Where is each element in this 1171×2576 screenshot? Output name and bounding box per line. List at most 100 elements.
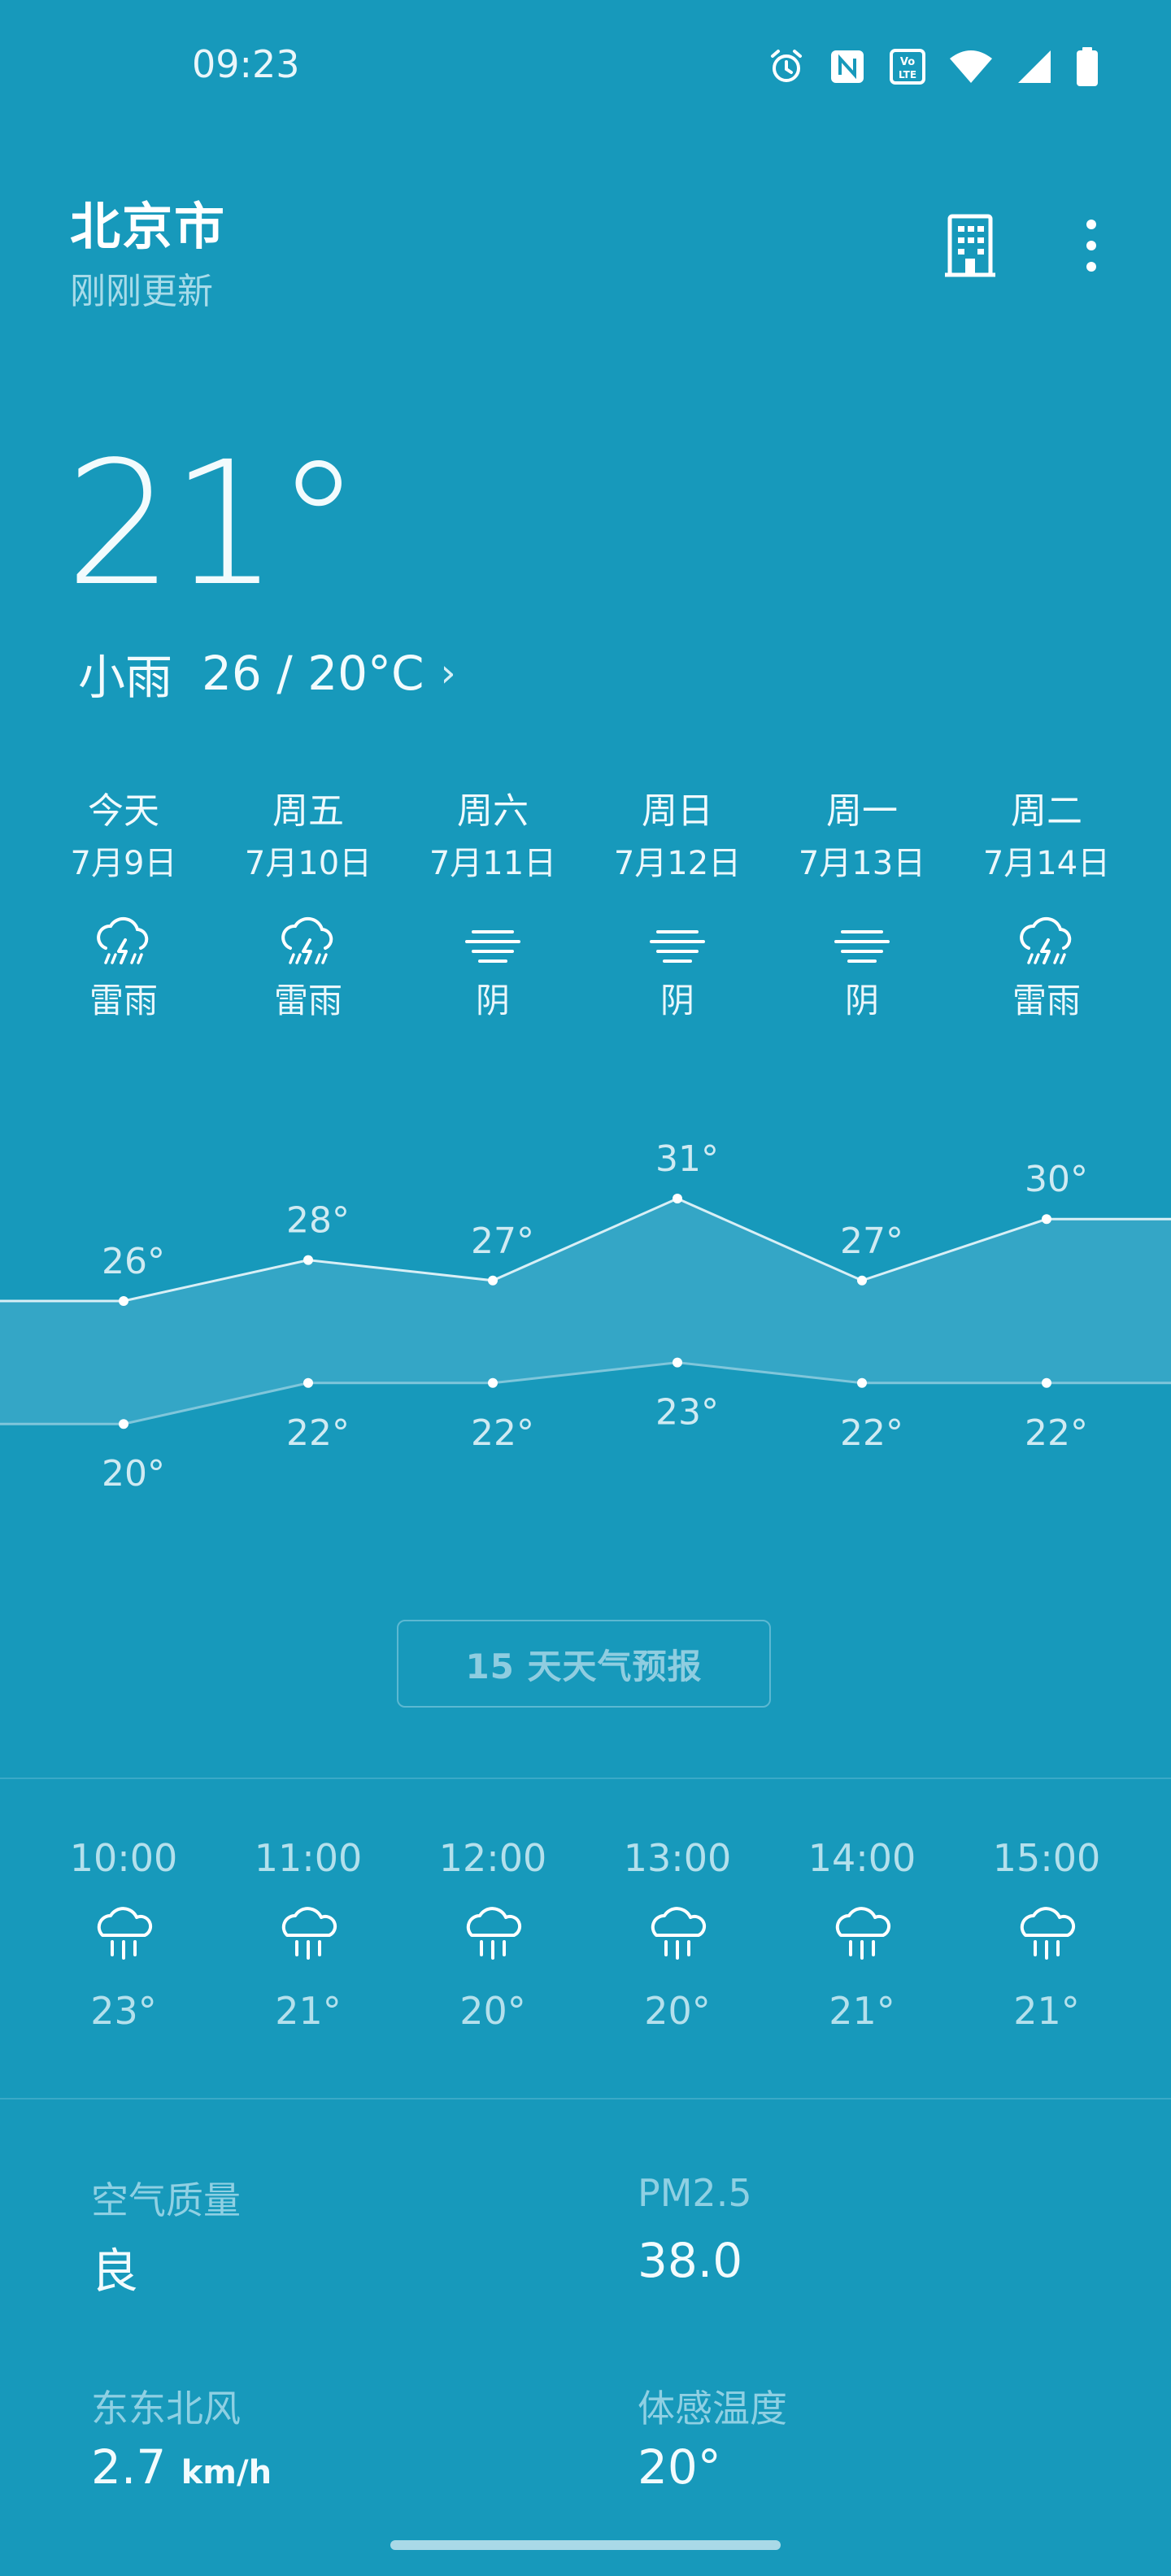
day-name: 周日 [642,790,713,832]
high-temp-point [119,1296,128,1306]
thunderstorm-icon [1014,911,1079,976]
day-name: 周一 [826,790,898,832]
daily-forecast-item[interactable]: 周五 7月10日 雷雨 [215,794,401,1018]
pm25-label: PM2.5 [638,2171,752,2215]
overcast-icon [645,911,710,976]
thunderstorm-icon [276,911,341,976]
temperature-band [0,1199,1171,1425]
hourly-forecast-item: 12:00 20° [400,1839,586,2030]
day-date: 7月14日 [982,845,1111,882]
overcast-icon [829,911,895,976]
day-date: 7月11日 [429,845,557,882]
day-name: 周六 [457,790,529,832]
air-quality-label: 空气质量 [91,2178,241,2222]
rain-icon [829,1901,895,1966]
low-temp-point [673,1357,682,1368]
current-range: 26 / 20°C [202,646,424,701]
air-quality-value: 良 [91,2243,139,2299]
day-date: 7月10日 [244,845,372,882]
hour-temp: 21° [275,1989,342,2033]
building-icon[interactable] [943,213,997,278]
low-temp-label: 22° [286,1412,350,1454]
hour-time: 14:00 [808,1836,916,1880]
high-temp-label: 31° [655,1138,719,1180]
low-temp-label: 22° [1025,1412,1088,1454]
rain-icon [460,1901,525,1966]
wind-value: 2.7 km/h [91,2439,272,2495]
day-name: 今天 [88,790,159,832]
hour-temp: 20° [644,1989,711,2033]
hourly-forecast-item: 15:00 21° [954,1839,1139,2030]
rain-icon [276,1901,341,1966]
wind-label: 东东北风 [91,2387,241,2430]
feels-like-value: 20° [638,2439,721,2495]
high-temp-label: 26° [102,1241,165,1282]
alarm-icon [771,50,802,82]
day-date: 7月13日 [798,845,926,882]
hour-time: 11:00 [254,1836,363,1880]
daily-forecast-item[interactable]: 周日 7月12日 阴 [585,794,770,1018]
status-bar-time: 09:23 [192,42,300,86]
rain-icon [645,1901,710,1966]
status-bar-icons: Vo LTE [766,44,1099,89]
battery-icon [1077,47,1098,86]
current-condition: 小雨 [78,650,173,705]
hour-time: 15:00 [992,1836,1101,1880]
wifi-icon [950,50,992,83]
update-status: 刚刚更新 [70,271,213,312]
hourly-forecast-item: 13:00 20° [585,1839,770,2030]
feels-like-label: 体感温度 [638,2387,787,2430]
high-temp-point [857,1275,867,1286]
thunderstorm-icon [91,911,156,976]
low-temp-point [1042,1377,1051,1388]
daily-forecast-item[interactable]: 周六 7月11日 阴 [400,794,586,1018]
high-temp-label: 27° [471,1221,534,1262]
rain-icon [91,1901,156,1966]
high-temp-point [1042,1214,1051,1225]
divider [0,1778,1171,1779]
high-temp-point [673,1194,682,1203]
low-temp-label: 23° [655,1392,719,1434]
temperature-chart: 26° 28° 27° 31° 27° 30° 20° 22° 22° 23° 22° 22° [0,1138,1171,1495]
svg-text:LTE: LTE [899,69,916,80]
hour-temp: 21° [829,1989,895,2033]
hour-temp: 23° [90,1989,157,2033]
rain-icon [1014,1901,1079,1966]
hourly-forecast-item: 10:00 23° [31,1839,216,2030]
hour-temp: 21° [1013,1989,1080,2033]
daily-forecast-item[interactable]: 周一 7月13日 阴 [769,794,955,1018]
day-date: 7月9日 [70,845,177,882]
low-temp-label: 22° [840,1412,903,1454]
day-condition: 阴 [660,981,694,1020]
day-condition: 雷雨 [1012,981,1081,1020]
hourly-forecast-item: 11:00 21° [215,1839,401,2030]
low-temp-label: 22° [471,1412,534,1454]
daily-forecast-item[interactable]: 今天 7月9日 雷雨 [31,794,216,1018]
city-name[interactable]: 北京市 [70,185,226,259]
day-name: 周五 [272,790,344,832]
chevron-right-icon: › [440,651,456,696]
low-temp-point [488,1377,498,1388]
high-temp-label: 27° [840,1221,903,1262]
wind-unit: km/h [181,2454,272,2491]
low-temp-point [119,1419,128,1429]
home-indicator[interactable] [390,2540,781,2550]
hour-time: 10:00 [69,1836,178,1880]
high-temp-label: 30° [1025,1159,1088,1200]
overcast-icon [460,911,525,976]
daily-forecast-item[interactable]: 周二 7月14日 雷雨 [954,794,1139,1018]
day-condition: 阴 [844,981,879,1020]
high-temp-point [488,1275,498,1286]
forecast-15-day-button[interactable]: 15 天天气预报 [397,1620,771,1708]
day-condition: 雷雨 [273,981,342,1020]
more-options-icon[interactable] [1072,216,1111,275]
high-temp-point [303,1255,313,1265]
low-temp-point [857,1377,867,1388]
pm25-value: 38.0 [638,2233,743,2288]
volte-icon: VoLTE [890,49,925,85]
high-temp-label: 28° [286,1200,350,1242]
hourly-forecast-item: 14:00 21° [769,1839,955,2030]
hour-time: 12:00 [438,1836,547,1880]
current-temperature: 21° [65,424,361,624]
current-summary[interactable]: 小雨 26 / 20°C › [78,639,456,707]
